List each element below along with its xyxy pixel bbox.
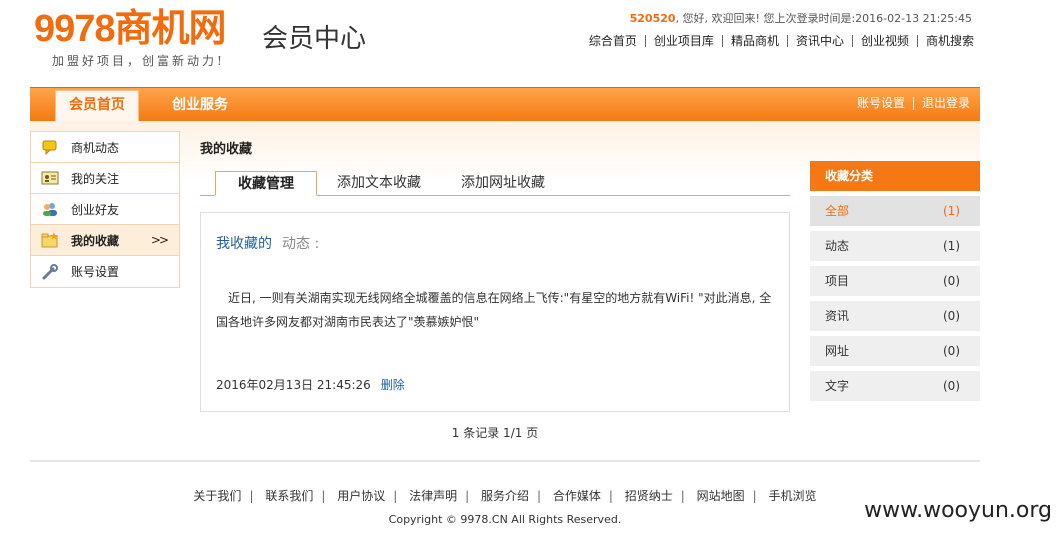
tab-business-service[interactable]: 创业服务 [172,94,228,116]
top-nav-video[interactable]: 创业视频 [853,35,918,47]
category-text[interactable]: 文字 (0) [810,371,980,401]
top-nav-search[interactable]: 商机搜索 [918,35,974,47]
menu-item-favorites[interactable]: 我的收藏 >> [31,225,179,256]
favorite-date: 2016年02月13日 21:45:26 [216,378,371,392]
wrench-icon [42,263,58,279]
category-label: 资讯 [825,309,850,323]
users-icon [43,203,57,216]
footer-link-agreement[interactable]: 用户协议 [329,489,393,503]
footer-link-jobs[interactable]: 招贤纳士 [617,489,681,503]
footer-separator: | [249,489,254,503]
account-links: 账号设置 退出登录 [849,97,970,110]
category-count: (1) [943,204,960,218]
footer-divider [30,460,980,462]
category-label: 网址 [825,344,850,358]
logo-text: 9978商机网 [34,8,227,50]
footer-link-services[interactable]: 服务介绍 [473,489,537,503]
logo[interactable]: 9978商机网 加盟好项目，创富新动力! [34,8,264,70]
favorite-type-label: 动态 : [282,236,320,252]
favorite-content: 近日, 一则有关湖南实现无线网络全城覆盖的信息在网络上飞传:"有星空的地方就有W… [216,291,772,329]
menu-item-following[interactable]: 我的关注 [31,163,179,194]
double-chevron-right-icon: >> [150,233,169,247]
category-label: 全部 [825,204,850,218]
category-label: 文字 [825,379,850,393]
footer-link-about[interactable]: 关于我们 [185,489,249,503]
welcome-text: , 您好, 欢迎回来! 您上次登录时间是:2016-02-13 21:25:45 [675,12,972,25]
favorites-tabs: 收藏管理 添加文本收藏 添加网址收藏 [200,171,790,196]
account-settings-link[interactable]: 账号设置 [849,97,914,110]
category-url[interactable]: 网址 (0) [810,336,980,366]
top-nav-home[interactable]: 综合首页 [581,35,646,47]
footer-link-legal[interactable]: 法律声明 [401,489,465,503]
member-center-title: 会员中心 [262,24,367,54]
menu-item-label: 创业好友 [71,202,120,217]
category-count: (0) [943,344,960,358]
logo-slogan: 加盟好项目，创富新动力! [52,54,225,68]
menu-item-label: 账号设置 [71,265,120,279]
pagination-info: 1 条记录 1/1 页 [451,426,539,440]
category-all[interactable]: 全部 (1) [810,196,980,226]
footer-links: 关于我们 | 联系我们 | 用户协议 | 法律声明 | 服务介绍 | 合作媒体 | 招贤纳士… [0,487,1010,504]
username: 520520 [629,12,676,25]
footer-separator: | [465,489,470,503]
tab-member-home[interactable]: 会员首页 [55,90,139,122]
footer-link-sitemap[interactable]: 网站地图 [689,489,753,503]
category-count: (0) [943,379,960,393]
footer-separator: | [537,489,542,503]
footer-separator: | [680,489,685,503]
footer-separator: | [608,489,613,503]
footer-link-media[interactable]: 合作媒体 [545,489,609,503]
category-label: 项目 [825,274,850,288]
menu-item-account-settings[interactable]: 账号设置 [31,256,179,287]
category-count: (1) [943,239,960,253]
tab-add-text-favorite[interactable]: 添加文本收藏 [337,171,421,196]
category-news[interactable]: 资讯 (0) [810,301,980,331]
top-nav-news[interactable]: 资讯中心 [788,35,853,47]
category-count: (0) [943,309,960,323]
logout-link[interactable]: 退出登录 [914,97,970,110]
folder-star-icon [41,232,58,248]
top-nav-premium[interactable]: 精品商机 [723,35,788,47]
menu-item-label: 我的收藏 [71,233,120,248]
category-title: 收藏分类 [810,161,980,191]
favorite-owner-label[interactable]: 我收藏的 [216,236,272,252]
id-card-icon [41,171,59,185]
delete-link[interactable]: 删除 [381,378,405,392]
top-nav-projects[interactable]: 创业项目库 [646,35,723,47]
watermark: www.wooyun.org [864,498,1052,523]
menu-item-friends[interactable]: 创业好友 [31,194,179,225]
menu-item-business-news[interactable]: 商机动态 [31,132,179,163]
main-nav-bar: 会员首页 创业服务 账号设置 退出登录 [30,87,980,122]
footer-link-contact[interactable]: 联系我们 [257,489,321,503]
chat-bubble-icon [42,140,57,155]
footer-separator: | [752,489,757,503]
menu-item-label: 商机动态 [71,140,120,155]
top-nav: 综合首页 创业项目库 精品商机 资讯中心 创业视频 商机搜索 [581,35,974,47]
category-project[interactable]: 项目 (0) [810,266,980,296]
category-count: (0) [943,274,960,288]
footer-link-mobile[interactable]: 手机浏览 [761,489,825,503]
footer-separator: | [321,489,326,503]
left-menu: 商机动态 我的关注 创业好友 我的收藏 >> 账号设置 [30,131,180,288]
favorite-meta: 2016年02月13日 21:45:26 删除 [216,376,405,393]
copyright: Copyright © 9978.CN All Rights Reserved. [388,513,622,526]
page-title: 我的收藏 [200,142,253,157]
tab-add-url-favorite[interactable]: 添加网址收藏 [461,171,545,196]
category-label: 动态 [825,239,850,253]
favorite-header: 我收藏的 动态 : [216,233,319,253]
menu-item-label: 我的关注 [71,171,120,186]
footer-separator: | [393,489,398,503]
tab-manage-favorites[interactable]: 收藏管理 [215,171,317,196]
welcome-message: 520520, 您好, 欢迎回来! 您上次登录时间是:2016-02-13 21… [630,10,972,26]
favorite-item: 我收藏的 动态 : 近日, 一则有关湖南实现无线网络全城覆盖的信息在网络上飞传:"… [200,212,790,412]
category-activity[interactable]: 动态 (1) [810,231,980,261]
